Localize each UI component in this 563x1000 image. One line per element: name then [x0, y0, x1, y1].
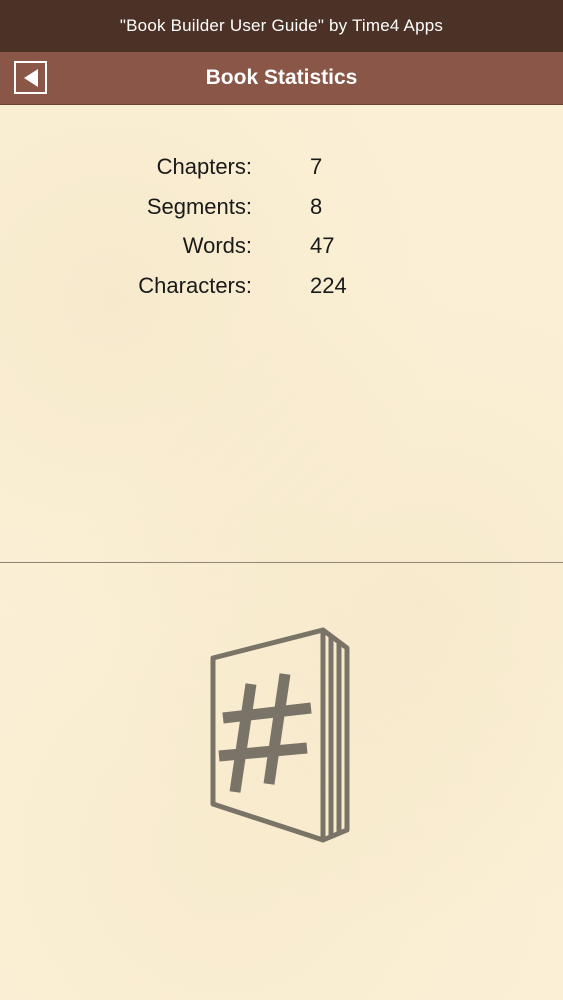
stat-row-chapters: Chapters: 7 [0, 150, 563, 190]
stat-value: 224 [310, 272, 347, 298]
back-button[interactable] [14, 61, 47, 94]
status-bar: "Book Builder User Guide" by Time4 Apps [0, 0, 563, 52]
section-divider [0, 562, 563, 563]
book-hash-icon [210, 627, 350, 843]
page-title: Book Statistics [205, 66, 358, 89]
navigation-bar: Book Statistics [0, 52, 563, 105]
stat-label: Words: [182, 233, 252, 258]
stat-row-characters: Characters: 224 [0, 269, 563, 309]
stat-row-words: Words: 47 [0, 229, 563, 269]
status-bar-title: "Book Builder User Guide" by Time4 Apps [119, 16, 444, 35]
stat-value: 8 [310, 193, 323, 219]
stat-label: Segments: [146, 193, 252, 219]
stat-value: 7 [310, 154, 323, 179]
stat-value: 47 [310, 233, 335, 258]
statistics-list: Chapters: 7 Segments: 8 Words: 47 Charac… [0, 150, 563, 308]
stat-row-segments: Segments: 8 [0, 190, 563, 230]
stat-label: Chapters: [156, 154, 252, 179]
stat-label: Characters: [138, 272, 252, 298]
back-arrow-icon [23, 68, 38, 87]
